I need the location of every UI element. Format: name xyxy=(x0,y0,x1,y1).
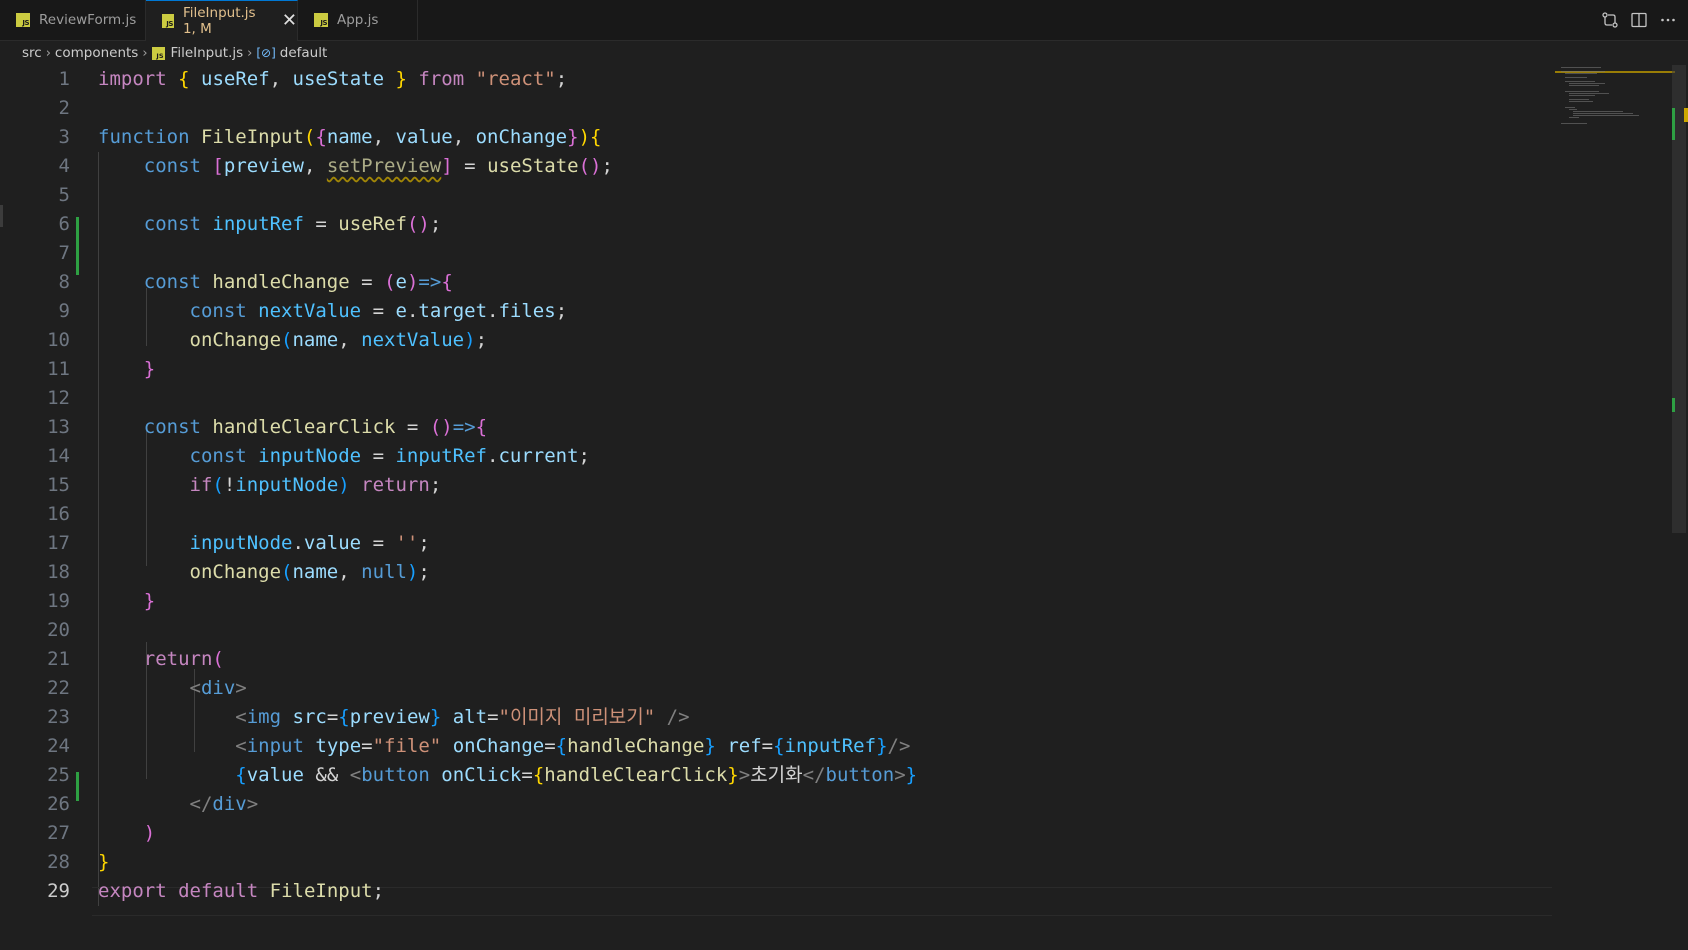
line-number[interactable]: 25 xyxy=(0,761,70,790)
overview-warning-marker xyxy=(1684,108,1688,122)
minimap[interactable] xyxy=(1555,65,1675,125)
line-number[interactable]: 9 xyxy=(0,297,70,326)
line-number[interactable]: 26 xyxy=(0,790,70,819)
split-editor-icon[interactable] xyxy=(1625,6,1653,34)
js-file-icon: JS xyxy=(162,14,174,28)
breadcrumb-item-components[interactable]: components xyxy=(55,45,138,61)
line-number[interactable]: 17 xyxy=(0,529,70,558)
line-number[interactable]: 19 xyxy=(0,587,70,616)
line-number[interactable]: 23 xyxy=(0,703,70,732)
code-line-4[interactable]: const [preview, setPreview] = useState()… xyxy=(98,152,613,181)
tab-fileinput[interactable]: JS FileInput.js 1, M ✕ xyxy=(146,0,298,41)
js-file-icon: JS xyxy=(151,46,165,60)
more-actions-icon[interactable] xyxy=(1654,6,1682,34)
line-number[interactable]: 22 xyxy=(0,674,70,703)
code-line-17[interactable]: inputNode.value = ''; xyxy=(98,529,430,558)
code-line-10[interactable]: onChange(name, nextValue); xyxy=(98,326,488,355)
line-number[interactable]: 6 xyxy=(0,210,70,239)
close-icon[interactable]: ✕ xyxy=(282,12,297,30)
line-number[interactable]: 24 xyxy=(0,732,70,761)
compare-changes-icon[interactable] xyxy=(1596,6,1624,34)
code-line-14[interactable]: const inputNode = inputRef.current; xyxy=(98,442,590,471)
code-editor-window: JS ReviewForm.js JS FileInput.js 1, M ✕ … xyxy=(0,0,1688,950)
line-number[interactable]: 5 xyxy=(0,181,70,210)
breadcrumb-item-file[interactable]: FileInput.js xyxy=(171,45,244,61)
line-number[interactable]: 28 xyxy=(0,848,70,877)
breadcrumb-item-symbol[interactable]: default xyxy=(280,45,328,61)
unused-variable-warning: setPreview xyxy=(326,155,442,177)
breadcrumb: src › components › JS FileInput.js › [⊘]… xyxy=(0,41,1688,65)
line-number[interactable]: 15 xyxy=(0,471,70,500)
code-line-27[interactable]: ) xyxy=(98,819,155,848)
line-number[interactable]: 29 xyxy=(0,877,70,906)
tab-reviewform[interactable]: JS ReviewForm.js xyxy=(0,0,146,40)
overview-diff-marker xyxy=(1672,398,1675,412)
breadcrumb-item-src[interactable]: src xyxy=(22,45,42,61)
overview-diff-marker xyxy=(1672,108,1675,140)
js-file-icon: JS xyxy=(314,13,328,27)
code-line-23[interactable]: <img src={preview} alt="이미지 미리보기" /> xyxy=(98,703,689,732)
code-line-13[interactable]: const handleClearClick = ()=>{ xyxy=(98,413,487,442)
code-line-21[interactable]: return( xyxy=(98,645,224,674)
code-line-22[interactable]: <div> xyxy=(98,674,247,703)
line-number[interactable]: 1 xyxy=(0,65,70,94)
line-number[interactable]: 20 xyxy=(0,616,70,645)
editor-actions xyxy=(1596,0,1688,40)
code-line-11[interactable]: } xyxy=(98,355,155,384)
line-number[interactable]: 2 xyxy=(0,94,70,123)
code-line-19[interactable]: } xyxy=(98,587,155,616)
js-file-icon: JS xyxy=(16,13,30,27)
chevron-right-icon: › xyxy=(247,45,253,61)
code-line-8[interactable]: const handleChange = (e)=>{ xyxy=(98,268,453,297)
line-number[interactable]: 27 xyxy=(0,819,70,848)
line-number[interactable]: 18 xyxy=(0,558,70,587)
line-number[interactable]: 3 xyxy=(0,123,70,152)
code-line-18[interactable]: onChange(name, null); xyxy=(98,558,430,587)
tab-label: App.js xyxy=(337,12,379,28)
line-number[interactable]: 21 xyxy=(0,645,70,674)
chevron-right-icon: › xyxy=(142,45,148,61)
tab-label: FileInput.js 1, M xyxy=(182,5,256,37)
diff-added-marker[interactable] xyxy=(76,772,79,801)
symbol-variable-icon: [⊘] xyxy=(256,46,276,60)
line-number[interactable]: 12 xyxy=(0,384,70,413)
code-line-9[interactable]: const nextValue = e.target.files; xyxy=(98,297,568,326)
editor-tab-bar: JS ReviewForm.js JS FileInput.js 1, M ✕ … xyxy=(0,0,1688,41)
line-number[interactable]: 13 xyxy=(0,413,70,442)
line-number[interactable]: 8 xyxy=(0,268,70,297)
code-line-1[interactable]: import { useRef, useState } from "react"… xyxy=(98,65,567,94)
tab-app[interactable]: JS App.js xyxy=(298,0,418,40)
line-number[interactable]: 16 xyxy=(0,500,70,529)
code-line-15[interactable]: if(!inputNode) return; xyxy=(98,471,442,500)
line-number[interactable]: 4 xyxy=(0,152,70,181)
line-number[interactable]: 14 xyxy=(0,442,70,471)
code-line-24[interactable]: <input type="file" onChange={handleChang… xyxy=(98,732,910,761)
code-line-26[interactable]: </div> xyxy=(98,790,259,819)
tab-label: ReviewForm.js xyxy=(39,12,137,28)
code-editor[interactable]: 1 2 3 4 5 6 7 8 9 10 11 12 13 14 15 16 17 18 19 20 21 22 23 24 2… xyxy=(0,65,1688,950)
code-line-29[interactable]: export default FileInput; xyxy=(98,877,384,906)
chevron-right-icon: › xyxy=(45,45,51,61)
line-number[interactable]: 11 xyxy=(0,355,70,384)
diff-added-marker[interactable] xyxy=(76,217,79,275)
code-line-25[interactable]: {value && <button onClick={handleClearCl… xyxy=(98,761,917,790)
code-line-3[interactable]: function FileInput({name, value, onChang… xyxy=(98,123,601,152)
code-line-6[interactable]: const inputRef = useRef(); xyxy=(98,210,442,239)
line-number[interactable]: 7 xyxy=(0,239,70,268)
code-line-28[interactable]: } xyxy=(98,848,109,877)
line-number[interactable]: 10 xyxy=(0,326,70,355)
